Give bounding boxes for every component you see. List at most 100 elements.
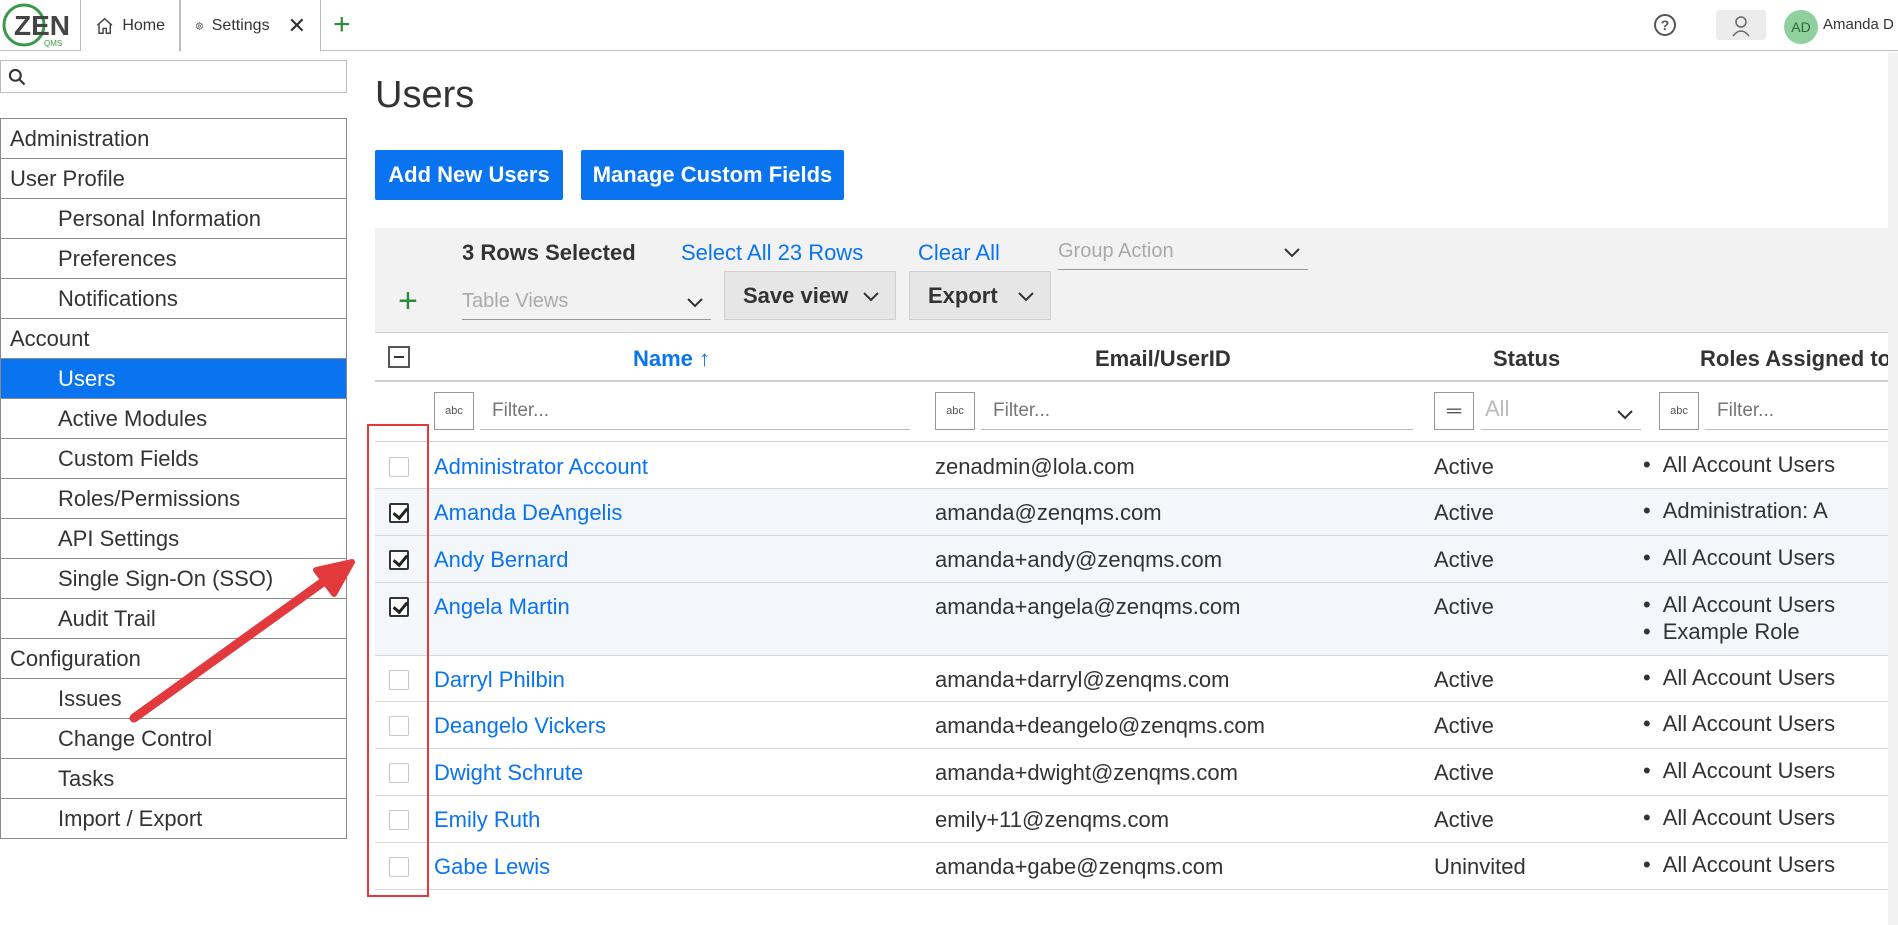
- email-filter-type-button[interactable]: abc: [935, 392, 975, 430]
- user-roles: Administration: A: [1643, 497, 1828, 524]
- nav-administration[interactable]: Administration: [1, 119, 346, 159]
- table-row[interactable]: Darryl Philbin amanda+darryl@zenqms.com Ac…: [375, 656, 1898, 702]
- nav-account[interactable]: Account: [1, 319, 346, 359]
- table-views-select[interactable]: Table Views: [462, 290, 711, 320]
- annotation-arrow-icon: [129, 559, 355, 723]
- nav-import-export[interactable]: Import / Export: [1, 799, 346, 839]
- nav-personal-information[interactable]: Personal Information: [1, 199, 346, 239]
- email-filter-input[interactable]: [981, 392, 1413, 430]
- table-header: Name ↑ Email/UserID Status Roles Assigne…: [375, 334, 1898, 382]
- user-name-link[interactable]: Dwight Schrute: [434, 760, 583, 786]
- select-all-checkbox[interactable]: [388, 346, 410, 368]
- name-filter-type-button[interactable]: abc: [434, 392, 474, 430]
- nav-active-modules[interactable]: Active Modules: [1, 399, 346, 439]
- zen-qms-logo[interactable]: ZEN QMS: [0, 0, 80, 51]
- table-row[interactable]: Andy Bernard amanda+andy@zenqms.com Active…: [375, 536, 1898, 583]
- status-filter-type-button[interactable]: ═: [1434, 392, 1474, 430]
- table-row[interactable]: Dwight Schrute amanda+dwight@zenqms.com Ac…: [375, 749, 1898, 796]
- role-item: All Account Users: [1643, 804, 1835, 831]
- user-roles: All Account Users: [1643, 804, 1835, 831]
- support-agent-icon[interactable]: [1716, 10, 1766, 40]
- avatar[interactable]: AD: [1784, 10, 1818, 44]
- user-status: Active: [1434, 760, 1494, 785]
- user-roles: All Account Users: [1643, 544, 1835, 571]
- user-email: amanda+dwight@zenqms.com: [935, 760, 1238, 785]
- user-name-link[interactable]: Deangelo Vickers: [434, 713, 606, 739]
- user-roles: All Account Users: [1643, 710, 1835, 737]
- clear-all-link[interactable]: Clear All: [918, 240, 1000, 266]
- add-view-icon[interactable]: +: [398, 284, 418, 318]
- roles-filter-input[interactable]: [1705, 392, 1895, 430]
- user-email: amanda@zenqms.com: [935, 500, 1162, 525]
- search-input[interactable]: [33, 63, 338, 90]
- export-button[interactable]: Export: [909, 271, 1051, 320]
- user-name-link[interactable]: Darryl Philbin: [434, 667, 565, 693]
- search-icon: [8, 68, 26, 86]
- close-tab-icon[interactable]: ✕: [288, 14, 306, 37]
- question-icon[interactable]: ?: [1654, 14, 1676, 36]
- role-item: All Account Users: [1643, 851, 1835, 878]
- user-name-link[interactable]: Gabe Lewis: [434, 854, 550, 880]
- add-tab-icon[interactable]: +: [333, 10, 351, 40]
- status-filter-select[interactable]: All: [1481, 396, 1641, 430]
- vertical-scrollbar[interactable]: [1888, 52, 1898, 925]
- group-action-placeholder: Group Action: [1058, 240, 1174, 262]
- roles-filter-type-button[interactable]: abc: [1659, 392, 1699, 430]
- user-status: Active: [1434, 547, 1494, 572]
- chevron-down-icon: [687, 298, 703, 308]
- user-email: amanda+deangelo@zenqms.com: [935, 713, 1265, 738]
- select-all-rows-link[interactable]: Select All 23 Rows: [681, 240, 863, 266]
- table-row[interactable]: Emily Ruth emily+11@zenqms.com Active All A…: [375, 796, 1898, 843]
- table-row[interactable]: Administrator Account zenadmin@lola.com Ac…: [375, 443, 1898, 489]
- user-name-link[interactable]: Administrator Account: [434, 454, 648, 480]
- table-views-placeholder: Table Views: [462, 290, 569, 312]
- manage-custom-fields-button[interactable]: Manage Custom Fields: [581, 150, 844, 200]
- user-name-link[interactable]: Andy Bernard: [434, 547, 569, 573]
- table-row[interactable]: Gabe Lewis amanda+gabe@zenqms.com Uninvite…: [375, 843, 1898, 890]
- role-item: All Account Users: [1643, 710, 1835, 737]
- sidebar-search[interactable]: [0, 60, 347, 93]
- tab-settings[interactable]: Settings ✕: [180, 0, 321, 52]
- tab-settings-label: Settings: [211, 16, 270, 34]
- user-roles: All Account Users: [1643, 757, 1835, 784]
- column-roles-header[interactable]: Roles Assigned to: [1700, 346, 1891, 372]
- tab-home[interactable]: Home: [80, 0, 180, 51]
- user-email: amanda+angela@zenqms.com: [935, 594, 1241, 619]
- nav-preferences[interactable]: Preferences: [1, 239, 346, 279]
- column-status-header[interactable]: Status: [1493, 346, 1560, 372]
- role-item: All Account Users: [1643, 451, 1835, 478]
- role-item: All Account Users: [1643, 664, 1835, 691]
- nav-custom-fields[interactable]: Custom Fields: [1, 439, 346, 479]
- table-row[interactable]: Angela Martin amanda+angela@zenqms.com Act…: [375, 583, 1898, 656]
- table-row[interactable]: Deangelo Vickers amanda+deangelo@zenqms.c…: [375, 702, 1898, 749]
- chevron-down-icon: [1284, 248, 1300, 258]
- annotation-box: [367, 424, 429, 897]
- role-item: Example Role: [1643, 618, 1835, 645]
- user-status: Active: [1434, 667, 1494, 692]
- user-name-link[interactable]: Amanda DeAngelis: [434, 500, 622, 526]
- name-filter-input[interactable]: [480, 392, 910, 430]
- nav-user-profile[interactable]: User Profile: [1, 159, 346, 199]
- user-name[interactable]: Amanda D: [1823, 16, 1894, 33]
- group-action-select[interactable]: Group Action: [1058, 240, 1308, 270]
- status-filter-value: All: [1485, 396, 1510, 421]
- nav-users[interactable]: Users: [1, 359, 346, 399]
- nav-notifications[interactable]: Notifications: [1, 279, 346, 319]
- nav-roles-permissions[interactable]: Roles/Permissions: [1, 479, 346, 519]
- nav-tasks[interactable]: Tasks: [1, 759, 346, 799]
- column-name-header[interactable]: Name ↑: [633, 346, 710, 372]
- save-view-button[interactable]: Save view: [724, 271, 896, 320]
- settings-nav: Administration User Profile Personal Inf…: [0, 118, 347, 839]
- logo-text: ZEN: [14, 10, 70, 41]
- user-status: Active: [1434, 594, 1494, 619]
- table-row[interactable]: Amanda DeAngelis amanda@zenqms.com Active A…: [375, 489, 1898, 536]
- user-name-link[interactable]: Angela Martin: [434, 594, 570, 620]
- add-new-users-button[interactable]: Add New Users: [375, 150, 563, 200]
- role-item: All Account Users: [1643, 544, 1835, 571]
- user-name-link[interactable]: Emily Ruth: [434, 807, 540, 833]
- page-title: Users: [375, 74, 475, 116]
- user-email: amanda+gabe@zenqms.com: [935, 854, 1224, 879]
- user-roles: All Account Users: [1643, 851, 1835, 878]
- chevron-down-icon: [1018, 292, 1034, 302]
- column-email-header[interactable]: Email/UserID: [1095, 346, 1231, 372]
